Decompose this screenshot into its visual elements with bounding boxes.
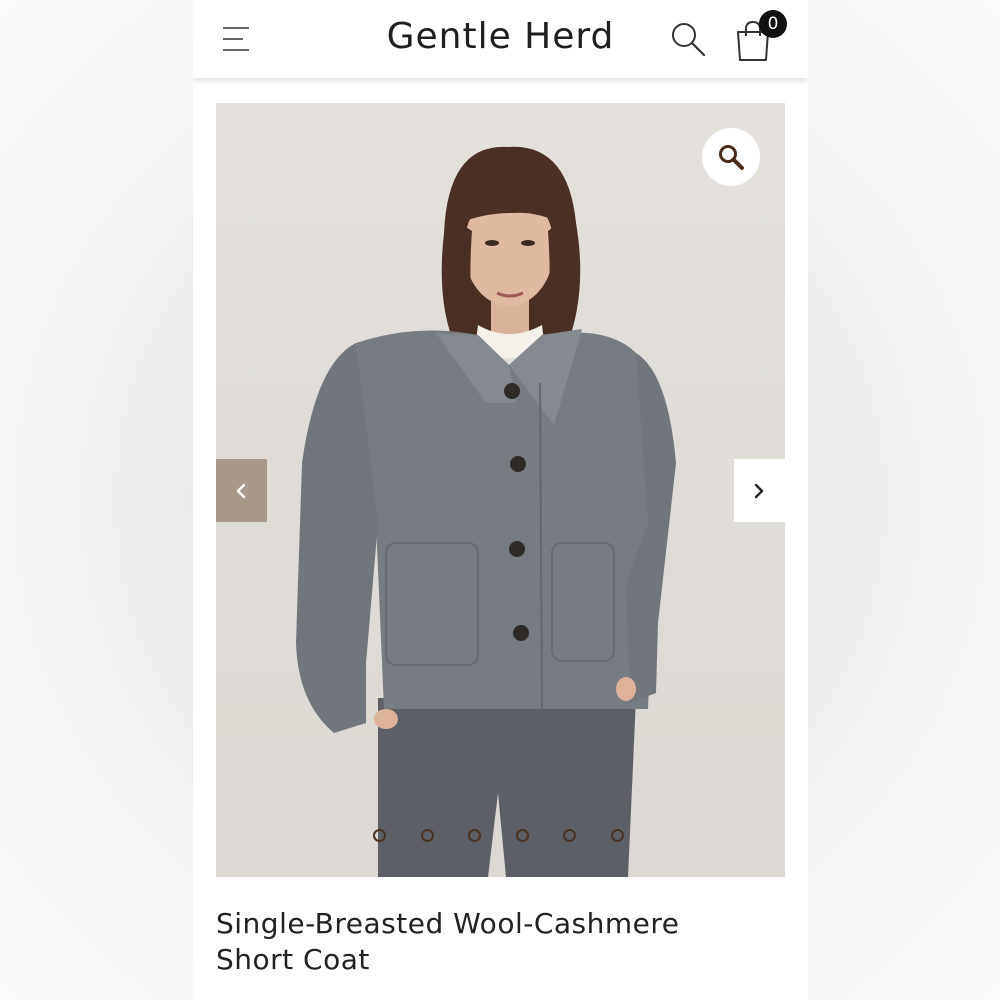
site-header: Gentle Herd 0 <box>193 0 808 78</box>
gallery-pagination <box>373 829 633 847</box>
gallery-dot[interactable] <box>373 829 386 842</box>
next-image-button[interactable] <box>734 459 785 522</box>
gallery-dot[interactable] <box>515 829 529 842</box>
gallery-dot[interactable] <box>563 829 576 842</box>
gallery-dot[interactable] <box>420 829 434 842</box>
brand-logo[interactable]: Gentle Herd <box>193 16 808 57</box>
phone-screen: Gentle Herd 0 Single-Breasted Wool-Cashm… <box>193 0 808 1000</box>
gallery-dot[interactable] <box>610 829 624 842</box>
product-photo <box>296 146 676 877</box>
product-title: Single-Breasted Wool-Cashmere Short Coat <box>216 906 776 978</box>
chevron-left-icon <box>236 483 246 499</box>
product-title-line1: Single-Breasted Wool-Cashmere <box>216 907 680 940</box>
search-icon[interactable] <box>669 20 707 58</box>
magnifier-icon <box>719 145 744 170</box>
product-image-gallery[interactable] <box>216 103 785 877</box>
cart-count-badge: 0 <box>759 10 787 38</box>
previous-image-button[interactable] <box>216 459 267 522</box>
zoom-button[interactable] <box>702 128 760 186</box>
product-title-line2: Short Coat <box>216 943 370 976</box>
cart-button[interactable]: 0 <box>733 10 793 66</box>
chevron-right-icon <box>754 483 764 499</box>
gallery-dot[interactable] <box>468 829 481 842</box>
